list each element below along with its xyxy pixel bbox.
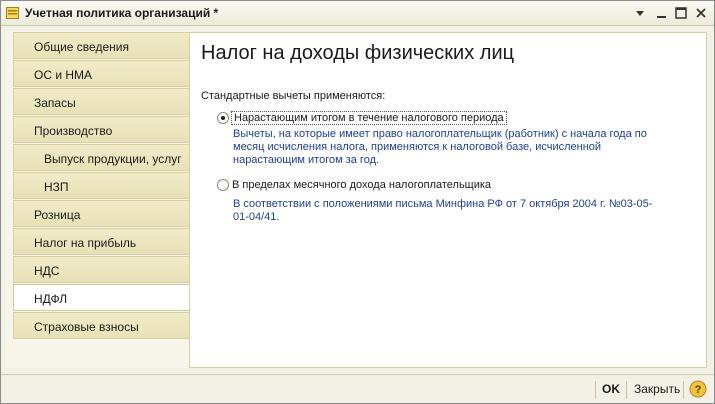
content-panel: Налог на доходы физических лиц Стандартн…: [189, 32, 707, 368]
page-title: Налог на доходы физических лиц: [201, 42, 515, 64]
minimize-icon[interactable]: [655, 6, 669, 20]
window: Учетная политика организаций * Общие све…: [0, 0, 715, 404]
window-menu-icon[interactable]: [633, 6, 647, 20]
radio-cumulative[interactable]: [217, 112, 229, 124]
option-monthly-label[interactable]: В пределах месячного дохода налогоплател…: [232, 179, 491, 191]
separator: [626, 381, 627, 399]
window-icon: [6, 7, 19, 19]
option-cumulative-label[interactable]: Нарастающим итогом в течение налогового …: [231, 111, 507, 125]
option-cumulative-description: Вычеты, на которые имеет право налогопла…: [233, 128, 647, 166]
nav-item-production[interactable]: Производство: [13, 116, 189, 143]
nav-item-retail[interactable]: Розница: [13, 200, 189, 227]
close-icon[interactable]: [694, 6, 708, 20]
nav-item-fixed-assets[interactable]: ОС и НМА: [13, 60, 189, 87]
separator: [595, 381, 596, 399]
window-title: Учетная политика организаций *: [25, 6, 219, 20]
ok-button[interactable]: OK: [602, 382, 620, 396]
nav-item-insurance[interactable]: Страховые взносы: [13, 312, 189, 339]
nav-item-general[interactable]: Общие сведения: [13, 32, 189, 59]
title-bar: Учетная политика организаций *: [1, 1, 714, 26]
deductions-caption: Стандартные вычеты применяются:: [201, 90, 386, 102]
maximize-icon[interactable]: [674, 6, 688, 20]
nav-item-vat[interactable]: НДС: [13, 256, 189, 283]
section-nav: Общие сведения ОС и НМА Запасы Производс…: [6, 31, 190, 368]
svg-text:?: ?: [695, 384, 702, 396]
nav-item-inventory[interactable]: Запасы: [13, 88, 189, 115]
help-icon[interactable]: ?: [689, 380, 707, 398]
close-button[interactable]: Закрыть: [634, 382, 680, 396]
nav-item-wip[interactable]: НЗП: [13, 172, 189, 199]
option-monthly-description: В соответствии с положениями письма Минф…: [233, 198, 653, 223]
nav-item-pit[interactable]: НДФЛ: [13, 284, 189, 311]
separator: [683, 381, 684, 399]
nav-item-product-output[interactable]: Выпуск продукции, услуг: [13, 144, 189, 171]
button-bar: OK Закрыть ?: [1, 374, 714, 403]
nav-item-profit-tax[interactable]: Налог на прибыль: [13, 228, 189, 255]
radio-monthly[interactable]: [217, 179, 229, 191]
